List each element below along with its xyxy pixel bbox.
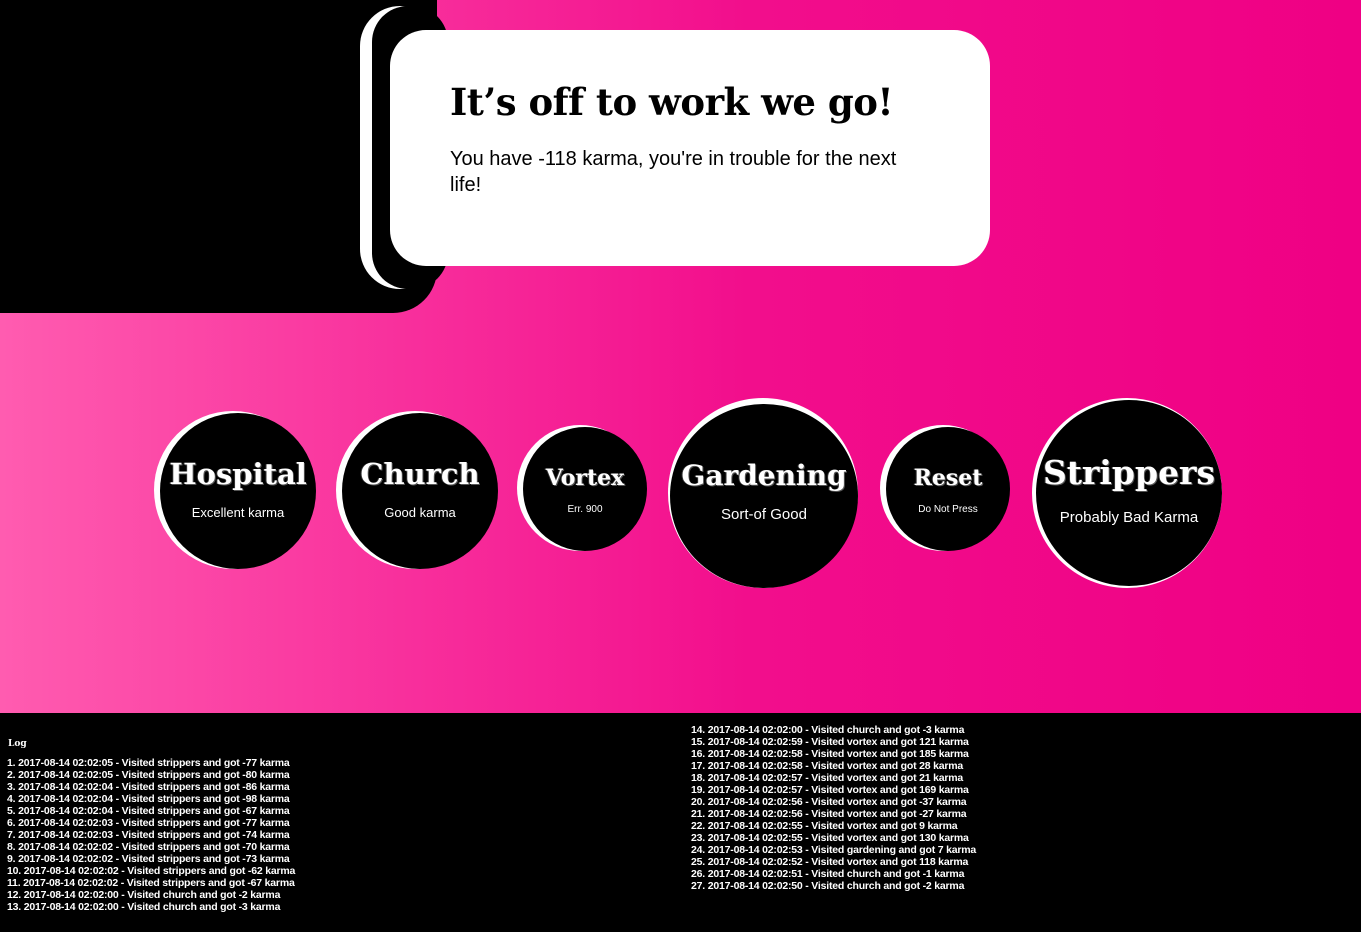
gardening-label: Gardening bbox=[681, 459, 847, 492]
vortex-description: Err. 900 bbox=[567, 504, 603, 515]
reset-description: Do Not Press bbox=[918, 504, 978, 515]
log-entry: 8. 2017-08-14 02:02:02 - Visited strippe… bbox=[7, 841, 290, 853]
hospital-label: Hospital bbox=[169, 457, 307, 491]
log-entry: 11. 2017-08-14 02:02:02 - Visited stripp… bbox=[7, 877, 295, 889]
log-list-left: 1. 2017-08-14 02:02:05 - Visited strippe… bbox=[7, 757, 295, 913]
log-entry: 19. 2017-08-14 02:02:57 - Visited vortex… bbox=[691, 784, 969, 796]
log-entry: 6. 2017-08-14 02:02:03 - Visited strippe… bbox=[7, 817, 290, 829]
log-entry: 12. 2017-08-14 02:02:00 - Visited church… bbox=[7, 889, 281, 901]
church-label: Church bbox=[360, 457, 480, 491]
gardening-button[interactable]: Gardening Sort-of Good bbox=[670, 404, 858, 588]
log-entry: 9. 2017-08-14 02:02:02 - Visited strippe… bbox=[7, 853, 290, 865]
hospital-description: Excellent karma bbox=[191, 505, 285, 520]
reset-button[interactable]: Reset Do Not Press bbox=[886, 427, 1010, 551]
log-entry: 27. 2017-08-14 02:02:50 - Visited church… bbox=[691, 880, 965, 892]
church-button[interactable]: Church Good karma bbox=[342, 413, 498, 569]
log-entry: 5. 2017-08-14 02:02:04 - Visited strippe… bbox=[7, 805, 290, 817]
hero-title: It’s off to work we go! bbox=[450, 80, 894, 124]
log-entry: 18. 2017-08-14 02:02:57 - Visited vortex… bbox=[691, 772, 964, 784]
church-description: Good karma bbox=[384, 505, 456, 520]
vortex-label: Vortex bbox=[545, 465, 625, 491]
log-entry: 26. 2017-08-14 02:02:51 - Visited church… bbox=[691, 868, 965, 880]
log-entry: 14. 2017-08-14 02:02:00 - Visited church… bbox=[691, 724, 965, 736]
log-entry: 1. 2017-08-14 02:02:05 - Visited strippe… bbox=[7, 757, 290, 769]
strippers-description: Probably Bad Karma bbox=[1059, 509, 1199, 526]
log-list-right: 14. 2017-08-14 02:02:00 - Visited church… bbox=[691, 724, 976, 892]
vortex-button[interactable]: Vortex Err. 900 bbox=[523, 427, 647, 551]
log-entry: 15. 2017-08-14 02:02:59 - Visited vortex… bbox=[691, 736, 969, 748]
log-entry: 17. 2017-08-14 02:02:58 - Visited vortex… bbox=[691, 760, 964, 772]
log-entry: 7. 2017-08-14 02:02:03 - Visited strippe… bbox=[7, 829, 290, 841]
log-entry: 4. 2017-08-14 02:02:04 - Visited strippe… bbox=[7, 793, 290, 805]
strippers-label: Strippers bbox=[1042, 453, 1216, 492]
page: It’s off to work we go! You have -118 ka… bbox=[0, 0, 1361, 932]
log-entry: 3. 2017-08-14 02:02:04 - Visited strippe… bbox=[7, 781, 290, 793]
strippers-button[interactable]: Strippers Probably Bad Karma bbox=[1036, 400, 1222, 586]
log-entry: 23. 2017-08-14 02:02:55 - Visited vortex… bbox=[691, 832, 969, 844]
log-entry: 25. 2017-08-14 02:02:52 - Visited vortex… bbox=[691, 856, 969, 868]
reset-label: Reset bbox=[913, 465, 983, 491]
gardening-description: Sort-of Good bbox=[721, 506, 807, 523]
log-title: Log bbox=[8, 739, 27, 749]
hospital-button[interactable]: Hospital Excellent karma bbox=[160, 413, 316, 569]
log-entry: 22. 2017-08-14 02:02:55 - Visited vortex… bbox=[691, 820, 958, 832]
karma-message: You have -118 karma, you're in trouble f… bbox=[450, 148, 897, 196]
log-entry: 20. 2017-08-14 02:02:56 - Visited vortex… bbox=[691, 796, 967, 808]
log-entry: 13. 2017-08-14 02:02:00 - Visited church… bbox=[7, 901, 281, 913]
log-entry: 2. 2017-08-14 02:02:05 - Visited strippe… bbox=[7, 769, 290, 781]
log-panel: Log 1. 2017-08-14 02:02:05 - Visited str… bbox=[0, 713, 1361, 932]
log-entry: 24. 2017-08-14 02:02:53 - Visited garden… bbox=[691, 844, 977, 856]
log-entry: 10. 2017-08-14 02:02:02 - Visited stripp… bbox=[7, 865, 296, 877]
log-entry: 21. 2017-08-14 02:02:56 - Visited vortex… bbox=[691, 808, 967, 820]
log-entry: 16. 2017-08-14 02:02:58 - Visited vortex… bbox=[691, 748, 969, 760]
hero-card: It’s off to work we go! You have -118 ka… bbox=[390, 30, 990, 266]
